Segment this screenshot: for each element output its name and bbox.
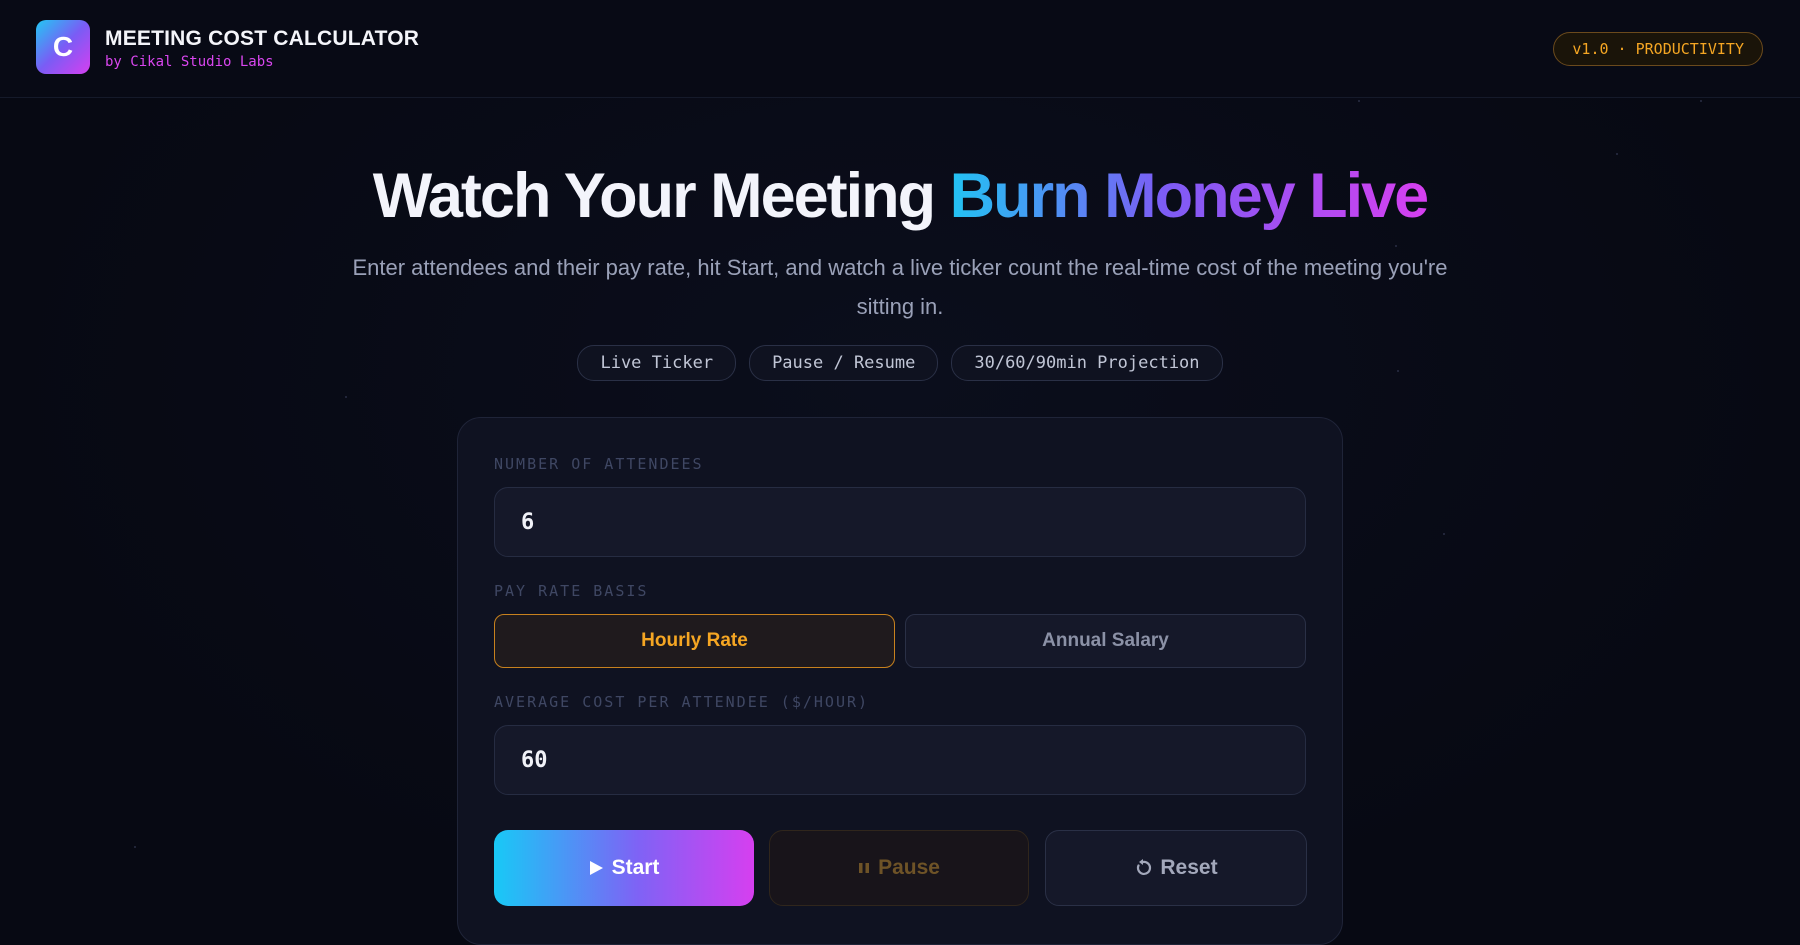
app-title: MEETING COST CALCULATOR: [105, 27, 420, 50]
attendees-label: NUMBER OF ATTENDEES: [494, 455, 704, 473]
version-badge: v1.0 · PRODUCTIVITY: [1553, 32, 1763, 66]
pay-basis-label: PAY RATE BASIS: [494, 582, 649, 600]
star-decoration: [1700, 100, 1702, 102]
attendees-input[interactable]: 6: [494, 487, 1306, 557]
star-decoration: [1443, 533, 1445, 535]
star-decoration: [1358, 100, 1360, 102]
logo-letter: C: [52, 31, 74, 62]
feature-chips: Live Ticker Pause / Resume 30/60/90min P…: [0, 345, 1800, 381]
cost-value: 60: [521, 747, 548, 773]
pause-button[interactable]: Pause: [769, 830, 1029, 906]
reset-button[interactable]: Reset: [1045, 830, 1307, 906]
hero-subtitle: Enter attendees and their pay rate, hit …: [352, 255, 1448, 319]
pause-icon: [858, 861, 870, 875]
star-decoration: [1616, 153, 1618, 155]
hourly-rate-label: Hourly Rate: [641, 630, 748, 651]
chip-projection: 30/60/90min Projection: [951, 345, 1223, 381]
cost-label: AVERAGE COST PER ATTENDEE ($/HOUR): [494, 693, 870, 711]
app-byline: by Cikal Studio Labs: [105, 54, 274, 70]
calculator-card: NUMBER OF ATTENDEES 6 PAY RATE BASIS Hou…: [457, 417, 1343, 945]
annual-salary-toggle[interactable]: Annual Salary: [905, 614, 1306, 668]
annual-salary-label: Annual Salary: [1042, 630, 1169, 651]
hourly-rate-toggle[interactable]: Hourly Rate: [494, 614, 895, 668]
star-decoration: [134, 846, 136, 848]
start-label: Start: [611, 856, 660, 879]
start-button[interactable]: Start: [494, 830, 754, 906]
chip-pause-resume: Pause / Resume: [749, 345, 939, 381]
app-logo[interactable]: C: [36, 20, 90, 74]
hero-title-plain: Watch Your Meeting: [372, 161, 950, 231]
hero-title-gradient: Burn Money Live: [949, 161, 1430, 231]
play-icon: [589, 860, 604, 876]
star-decoration: [1395, 245, 1397, 247]
attendees-value: 6: [521, 509, 535, 535]
app-header: C MEETING COST CALCULATOR by Cikal Studi…: [0, 0, 1800, 98]
reset-icon: [1134, 859, 1152, 877]
star-decoration: [345, 396, 347, 398]
chip-live-ticker: Live Ticker: [577, 345, 737, 381]
cost-input[interactable]: 60: [494, 725, 1306, 795]
hero-title: Watch Your Meeting Burn Money Live: [0, 160, 1800, 232]
pause-label: Pause: [878, 856, 940, 879]
app-page: C MEETING COST CALCULATOR by Cikal Studi…: [0, 0, 1800, 945]
reset-label: Reset: [1160, 856, 1218, 879]
